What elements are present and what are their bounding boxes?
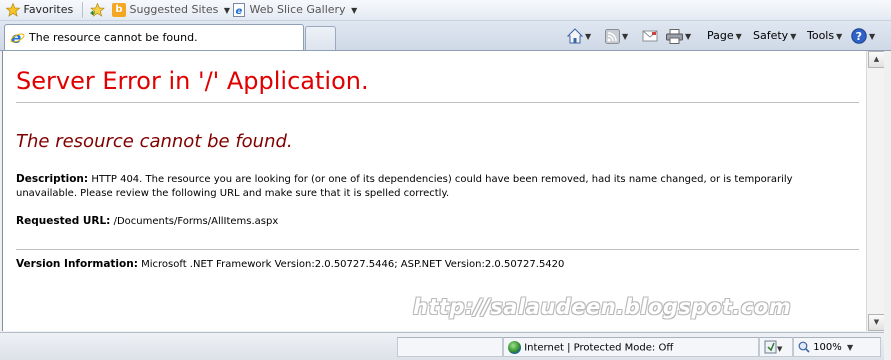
globe-icon [508, 341, 521, 354]
ie-page-icon: e [233, 3, 245, 17]
star-icon [6, 3, 20, 17]
dropdown-arrow-icon: ▼ [869, 32, 876, 41]
dropdown-arrow-icon: ▼ [846, 343, 854, 352]
zone-indicator: Internet | Protected Mode: Off [508, 341, 673, 354]
requested-url-value: /Documents/Forms/AllItems.aspx [113, 216, 279, 227]
tab-row: e The resource cannot be found. ▼ ▼ ▼ Pa… [0, 21, 891, 51]
add-to-favorites-bar-button[interactable] [89, 2, 106, 18]
dropdown-arrow-icon: ▼ [790, 32, 797, 41]
read-mail-button[interactable] [642, 28, 658, 44]
dropdown-arrow-icon: ▼ [585, 32, 592, 41]
web-slice-gallery-label: Web Slice Gallery [249, 3, 346, 16]
version-info-label: Version Information: [16, 258, 138, 270]
tools-menu[interactable]: Tools ▼ [807, 28, 842, 44]
description-text: HTTP 404. The resource you are looking f… [16, 174, 793, 199]
help-icon: ? [851, 28, 867, 44]
print-button[interactable]: ▼ [666, 28, 691, 44]
watermark: http://salaudeen.blogspot.com [413, 295, 792, 319]
vertical-scrollbar[interactable]: ▲ ▼ [866, 51, 885, 331]
feeds-button[interactable]: ▼ [605, 28, 628, 44]
zone-text: Internet | Protected Mode: Off [524, 342, 674, 354]
suggested-sites-label: Suggested Sites [129, 3, 219, 16]
home-icon [566, 28, 584, 44]
mail-icon [642, 30, 658, 42]
scroll-down-arrow-icon[interactable]: ▼ [868, 314, 885, 331]
bing-icon: b [112, 3, 126, 17]
page-menu-label: Page [707, 29, 734, 42]
description-block: Description: HTTP 404. The resource you … [16, 172, 851, 201]
page-title: Server Error in '/' Application. [16, 67, 369, 95]
requested-url-block: Requested URL: /Documents/Forms/AllItems… [16, 214, 851, 229]
add-favorite-icon [90, 3, 105, 17]
page-menu[interactable]: Page ▼ [707, 28, 742, 44]
version-info-value: Microsoft .NET Framework Version:2.0.507… [141, 259, 565, 270]
zoom-control[interactable]: 100% ▼ [793, 337, 881, 357]
zoom-indicator: 100% ▼ [798, 341, 853, 353]
protected-mode-settings[interactable]: ▼ [759, 337, 793, 357]
zoom-magnifier-icon [798, 341, 810, 353]
window-edge [884, 51, 891, 359]
printer-icon [666, 28, 683, 44]
safety-menu-label: Safety [753, 29, 789, 42]
svg-text:e: e [236, 6, 243, 17]
suggested-sites-button[interactable]: b Suggested Sites ▼ [112, 2, 230, 18]
tools-menu-label: Tools [807, 29, 835, 42]
status-bar: Internet | Protected Mode: Off ▼ 100% ▼ [0, 332, 884, 360]
web-slice-gallery-button[interactable]: e Web Slice Gallery ▼ [232, 2, 357, 18]
divider [16, 102, 859, 103]
divider [82, 2, 83, 18]
new-tab-button[interactable] [305, 26, 336, 50]
status-cell [397, 337, 503, 357]
dropdown-arrow-icon: ▼ [223, 6, 230, 15]
divider [16, 249, 859, 250]
ie-icon: e [10, 30, 25, 45]
scroll-up-arrow-icon[interactable]: ▲ [868, 51, 885, 68]
safety-menu[interactable]: Safety ▼ [753, 28, 796, 44]
rss-feed-icon [605, 28, 620, 44]
svg-text:▼: ▼ [777, 345, 783, 353]
zoom-level: 100% [813, 342, 842, 353]
tab-title: The resource cannot be found. [29, 31, 198, 44]
help-button[interactable]: ? ▼ [851, 28, 875, 44]
favorites-button[interactable]: Favorites [6, 2, 73, 18]
favorites-label: Favorites [23, 3, 74, 16]
dropdown-arrow-icon: ▼ [735, 32, 742, 41]
version-info-block: Version Information: Microsoft .NET Fram… [16, 257, 851, 272]
dropdown-arrow-icon: ▼ [685, 32, 692, 41]
dropdown-arrow-icon: ▼ [622, 32, 629, 41]
page-content: Server Error in '/' Application. The res… [2, 51, 867, 331]
security-zone-cell[interactable]: Internet | Protected Mode: Off [503, 337, 759, 357]
error-subheading: The resource cannot be found. [16, 131, 293, 152]
home-button[interactable]: ▼ [566, 28, 592, 44]
description-label: Description: [16, 173, 89, 185]
dropdown-arrow-icon: ▼ [351, 6, 358, 15]
tab-current[interactable]: e The resource cannot be found. [4, 24, 304, 50]
svg-text:?: ? [856, 30, 862, 43]
favorites-bar: Favorites b Suggested Sites ▼ e Web Slic… [0, 0, 891, 21]
dropdown-arrow-icon: ▼ [836, 32, 843, 41]
requested-url-label: Requested URL: [16, 215, 111, 227]
shield-settings-icon: ▼ [764, 340, 783, 354]
